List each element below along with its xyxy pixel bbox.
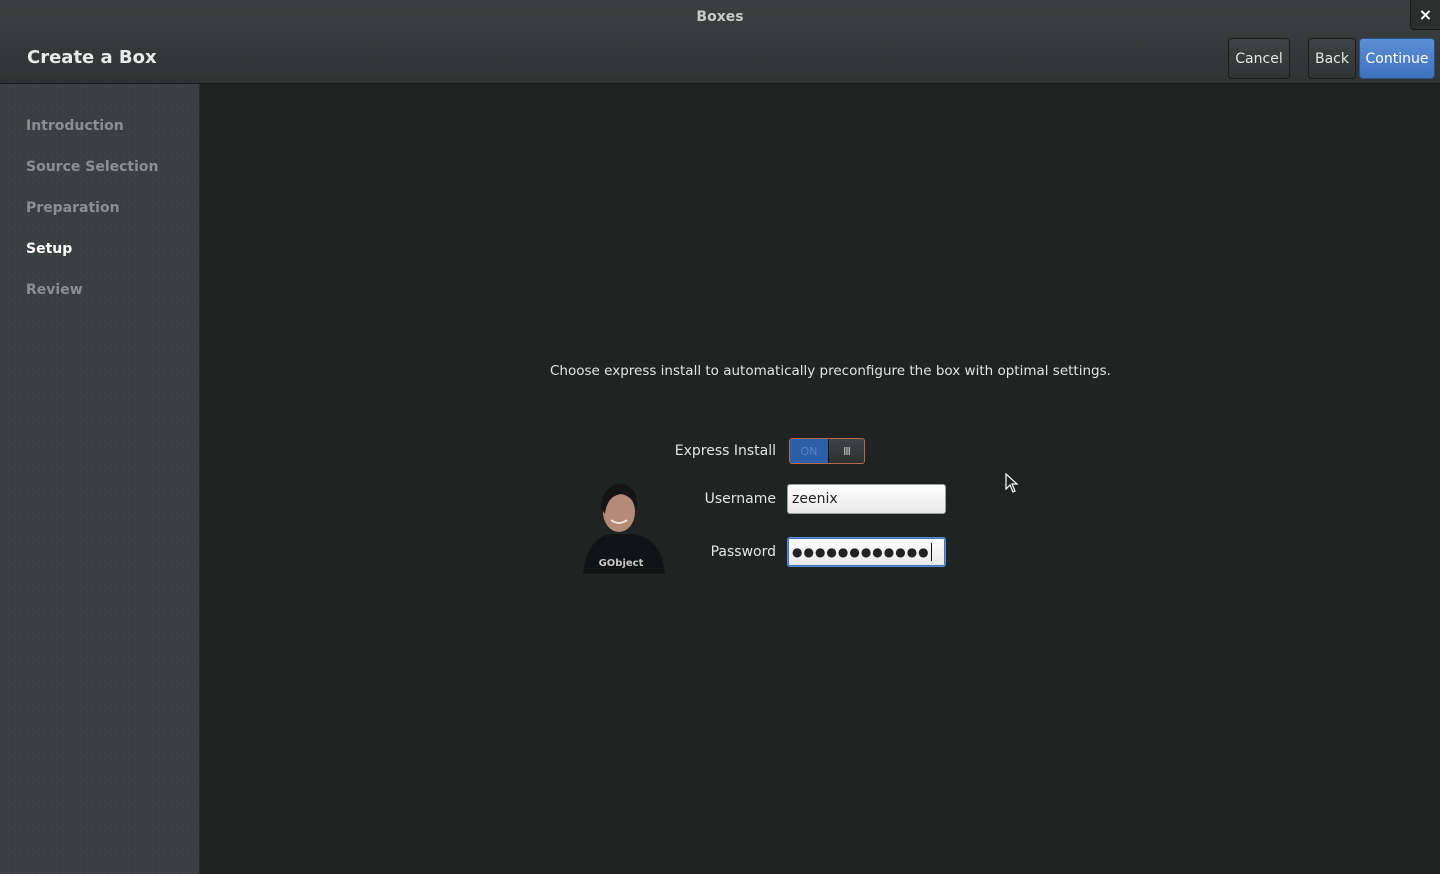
express-install-label: Express Install bbox=[674, 443, 776, 459]
step-setup: Setup bbox=[26, 241, 73, 257]
header-bar: Boxes × Create a Box Cancel Back Continu… bbox=[0, 0, 1440, 84]
password-mask: ●●●●●●●●●●●● bbox=[792, 545, 930, 559]
back-button[interactable]: Back bbox=[1308, 38, 1356, 79]
username-input[interactable]: zeenix bbox=[787, 484, 946, 514]
cancel-button[interactable]: Cancel bbox=[1228, 38, 1290, 79]
username-label: Username bbox=[704, 491, 776, 507]
express-install-switch[interactable]: ON III bbox=[789, 438, 865, 464]
avatar-shirt-text: GObject bbox=[599, 558, 644, 569]
back-button-label: Back bbox=[1315, 50, 1349, 67]
step-introduction: Introduction bbox=[26, 118, 124, 134]
step-review: Review bbox=[26, 282, 83, 298]
password-label: Password bbox=[710, 544, 776, 560]
continue-button[interactable]: Continue bbox=[1359, 38, 1435, 79]
mouse-pointer-icon bbox=[1005, 473, 1019, 493]
window-title: Boxes bbox=[696, 9, 744, 25]
page-title: Create a Box bbox=[27, 47, 157, 68]
text-caret bbox=[930, 543, 932, 561]
wizard-steps-sidebar: Introduction Source Selection Preparatio… bbox=[0, 84, 200, 874]
continue-button-label: Continue bbox=[1365, 50, 1429, 67]
password-input[interactable]: ●●●●●●●●●●●● bbox=[787, 537, 946, 567]
express-install-description: Choose express install to automatically … bbox=[550, 363, 1111, 379]
switch-knob-grip-icon: III bbox=[828, 439, 864, 463]
step-preparation: Preparation bbox=[26, 200, 120, 216]
main-content bbox=[201, 84, 1440, 874]
switch-on-label: ON bbox=[790, 439, 828, 463]
cancel-button-label: Cancel bbox=[1235, 50, 1283, 67]
close-icon[interactable]: × bbox=[1410, 0, 1440, 30]
step-source-selection: Source Selection bbox=[26, 159, 159, 175]
username-value: zeenix bbox=[792, 491, 838, 507]
